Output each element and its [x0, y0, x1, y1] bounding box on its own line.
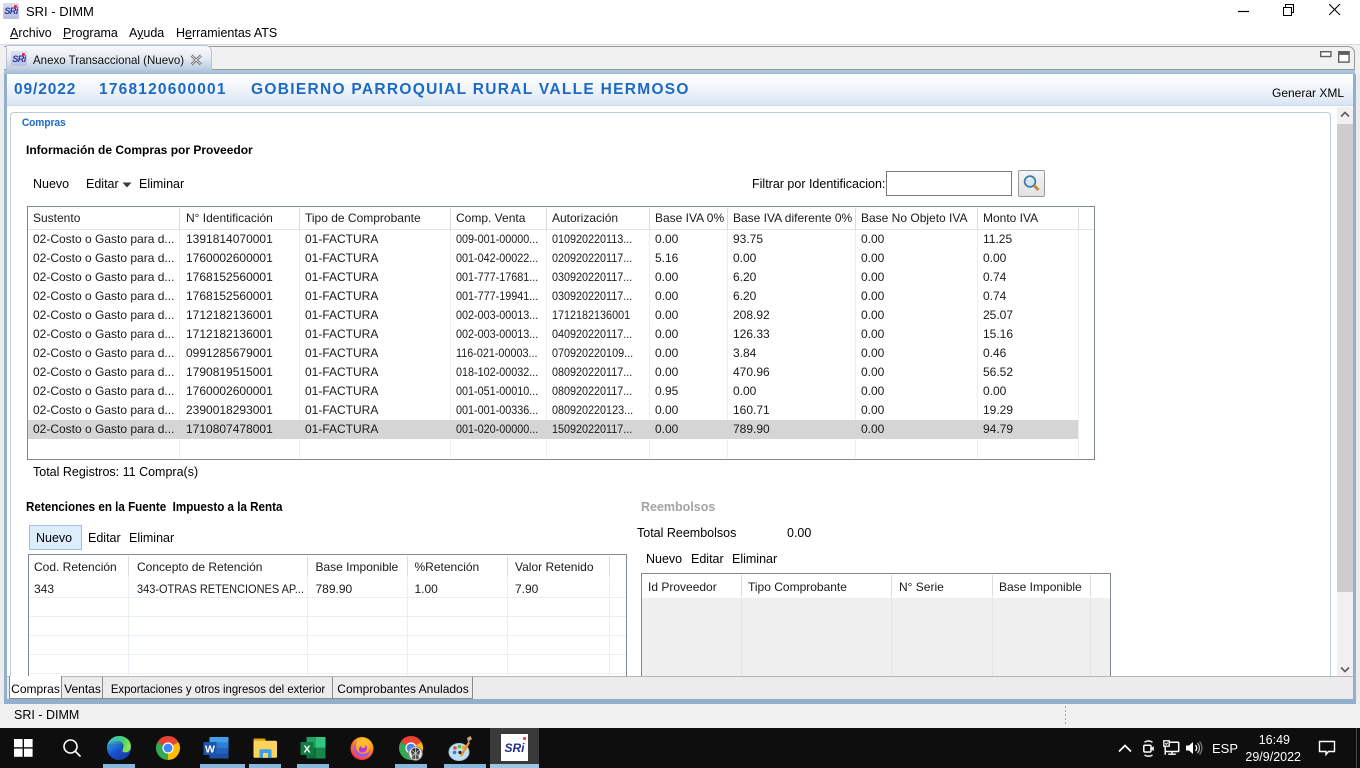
svg-text:X: X [303, 743, 310, 755]
svg-text:W: W [205, 743, 215, 755]
